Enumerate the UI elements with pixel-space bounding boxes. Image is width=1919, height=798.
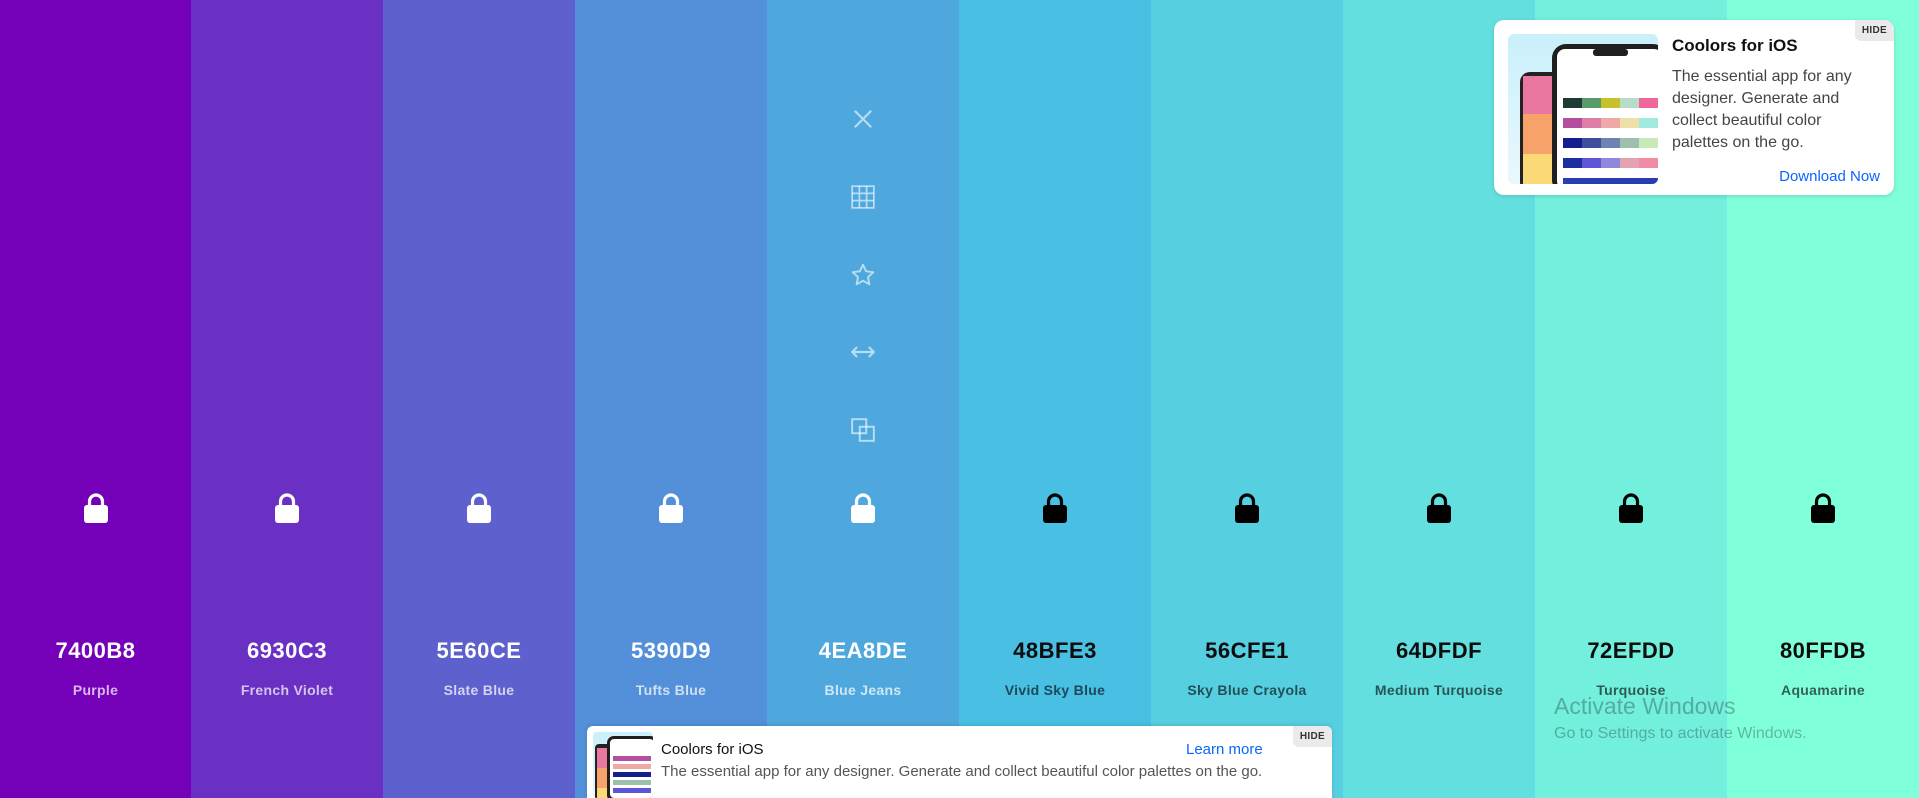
color-name[interactable]: Purple	[0, 682, 191, 698]
hex-code[interactable]: 64DFDF	[1343, 638, 1535, 664]
lock-icon[interactable]	[1041, 492, 1069, 524]
hex-code[interactable]: 48BFE3	[959, 638, 1151, 664]
ad-description: The essential app for any designer. Gene…	[1672, 68, 1852, 151]
color-swatch[interactable]: 7400B8 Purple	[0, 0, 191, 798]
lock-icon[interactable]	[1617, 492, 1645, 524]
watermark-subtitle: Go to Settings to activate Windows.	[1554, 725, 1807, 742]
app-screenshot	[593, 732, 653, 798]
hide-ad-button[interactable]: HIDE	[1292, 726, 1332, 747]
color-swatch[interactable]: 5390D9 Tufts Blue	[575, 0, 767, 798]
color-swatch[interactable]: 6930C3 French Violet	[191, 0, 383, 798]
activate-windows-watermark: Activate Windows Go to Settings to activ…	[1554, 693, 1807, 743]
color-swatch[interactable]: 5E60CE Slate Blue	[383, 0, 575, 798]
ad-description: The essential app for any designer. Gene…	[661, 763, 1263, 780]
shades-grid-icon[interactable]	[848, 182, 878, 212]
ad-title: Coolors for iOS	[1672, 36, 1798, 55]
favorite-star-icon[interactable]	[848, 260, 878, 290]
lock-icon[interactable]	[1425, 492, 1453, 524]
lock-icon[interactable]	[1233, 492, 1261, 524]
lock-icon[interactable]	[273, 492, 301, 524]
color-name[interactable]: Tufts Blue	[575, 682, 767, 698]
color-name[interactable]: Slate Blue	[383, 682, 575, 698]
hex-code[interactable]: 6930C3	[191, 638, 383, 664]
hex-code[interactable]: 56CFE1	[1151, 638, 1343, 664]
hex-code[interactable]: 80FFDB	[1727, 638, 1919, 664]
drag-arrows-icon[interactable]	[848, 337, 878, 367]
color-name[interactable]: Sky Blue Crayola	[1151, 682, 1343, 698]
color-name[interactable]: Blue Jeans	[767, 682, 959, 698]
hide-ad-button[interactable]: HIDE	[1854, 20, 1894, 41]
watermark-title: Activate Windows	[1554, 693, 1736, 719]
copy-icon[interactable]	[848, 415, 878, 445]
lock-icon[interactable]	[657, 492, 685, 524]
hex-code[interactable]: 7400B8	[0, 638, 191, 664]
hex-code[interactable]: 5E60CE	[383, 638, 575, 664]
close-icon[interactable]	[848, 104, 878, 134]
color-swatch[interactable]: 48BFE3 Vivid Sky Blue	[959, 0, 1151, 798]
hex-code[interactable]: 4EA8DE	[767, 638, 959, 664]
color-name[interactable]: Medium Turquoise	[1343, 682, 1535, 698]
color-name[interactable]: French Violet	[191, 682, 383, 698]
lock-icon[interactable]	[82, 492, 110, 524]
lock-icon[interactable]	[1809, 492, 1837, 524]
ios-app-ad-card[interactable]: Coolors for iOS The essential app for an…	[1494, 20, 1894, 195]
lock-icon[interactable]	[849, 492, 877, 524]
download-now-link[interactable]: Download Now	[1779, 168, 1880, 185]
ad-title: Coolors for iOS	[661, 741, 764, 758]
app-screenshot	[1508, 34, 1658, 184]
color-swatch[interactable]: 56CFE1 Sky Blue Crayola	[1151, 0, 1343, 798]
learn-more-link[interactable]: Learn more	[1186, 741, 1263, 758]
color-name[interactable]: Vivid Sky Blue	[959, 682, 1151, 698]
hex-code[interactable]: 72EFDD	[1535, 638, 1727, 664]
bottom-ad-banner[interactable]: Coolors for iOS The essential app for an…	[587, 726, 1332, 798]
lock-icon[interactable]	[465, 492, 493, 524]
hex-code[interactable]: 5390D9	[575, 638, 767, 664]
